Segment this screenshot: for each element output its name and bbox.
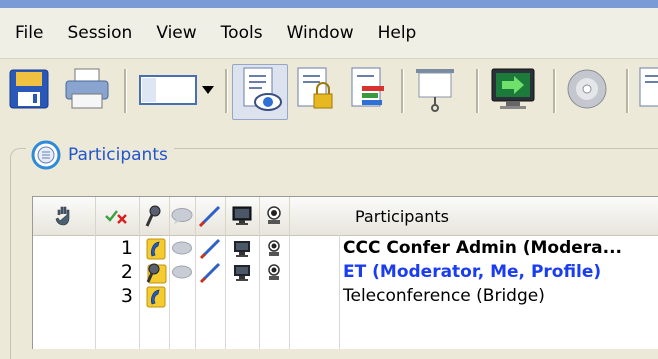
webcam-icon [263, 239, 285, 259]
status-column[interactable] [95, 197, 140, 235]
participant-number: 1 [120, 237, 133, 259]
participants-panel-icon [31, 140, 61, 170]
draw-column[interactable] [195, 197, 226, 235]
share-screen-icon[interactable] [488, 66, 538, 114]
phone-microphone-icon [145, 263, 167, 284]
chat-bubble-icon [171, 208, 193, 224]
participants-header-label: Participants [355, 206, 449, 226]
document-icon[interactable] [636, 66, 658, 114]
menu-window[interactable]: Window [287, 23, 354, 43]
microphone-icon [145, 205, 161, 227]
participant-name: Teleconference (Bridge) [343, 286, 545, 306]
disc-icon[interactable] [564, 66, 610, 114]
print-icon[interactable] [62, 66, 112, 112]
toolbar-separator [124, 69, 127, 113]
menu-session[interactable]: Session [67, 23, 132, 43]
video-column[interactable] [259, 197, 290, 235]
webcam-icon [267, 206, 281, 224]
pencil-icon [199, 238, 221, 260]
participant-name-self: ET (Moderator, Me, Profile) [343, 262, 602, 282]
pencil-icon [199, 262, 221, 284]
monitor-icon [232, 206, 252, 225]
menu-view[interactable]: View [156, 23, 196, 43]
raise-hand-column[interactable] [33, 197, 96, 235]
participant-row[interactable]: 1 CCC Confer Admin (Modera... [33, 237, 658, 261]
participant-number: 3 [120, 285, 133, 307]
grid-header: Participants [33, 197, 658, 236]
panel-title: Participants [68, 145, 168, 165]
layout-icon[interactable] [136, 66, 220, 112]
secure-document-icon[interactable] [292, 66, 338, 114]
chart-document-icon[interactable] [346, 66, 392, 114]
desktop-column[interactable] [225, 197, 260, 235]
toolbar-separator [401, 69, 404, 113]
menu-file[interactable]: File [15, 23, 43, 43]
pencil-icon [198, 205, 221, 227]
check-x-icon [105, 210, 127, 224]
view-participants-icon[interactable] [238, 66, 284, 114]
participants-column-header[interactable]: Participants [289, 197, 658, 235]
participant-number: 2 [120, 261, 133, 283]
chat-bubble-icon [171, 263, 193, 283]
window-title-strip [0, 0, 658, 8]
participants-grid: Participants 1 CCC Confer Admin (Modera.… [32, 196, 658, 349]
chat-column[interactable] [169, 197, 196, 235]
toolbar [0, 59, 658, 125]
participant-name: CCC Confer Admin (Modera... [343, 238, 623, 258]
microphone-column[interactable] [139, 197, 170, 235]
toolbar-separator [626, 69, 629, 113]
participants-panel-header[interactable]: Participants [26, 136, 174, 174]
participant-row[interactable]: 3 Teleconference (Bridge) [33, 285, 658, 309]
save-icon[interactable] [6, 66, 52, 112]
participant-row[interactable]: 2 ET (Moderator, Me, Profile) [33, 261, 658, 285]
monitor-icon [231, 239, 253, 259]
toolbar-separator [476, 69, 479, 113]
menu-help[interactable]: Help [378, 23, 417, 43]
monitor-icon [231, 263, 253, 283]
menu-tools[interactable]: Tools [221, 23, 263, 43]
phone-icon [145, 286, 167, 308]
toolbar-separator [225, 69, 228, 113]
toolbar-separator [553, 69, 556, 113]
presentation-screen-icon[interactable] [412, 66, 458, 114]
phone-icon [145, 238, 167, 260]
menu-bar: File Session View Tools Window Help [0, 8, 658, 59]
raise-hand-icon [55, 206, 70, 226]
chat-bubble-icon [171, 239, 193, 259]
webcam-icon [263, 263, 285, 283]
